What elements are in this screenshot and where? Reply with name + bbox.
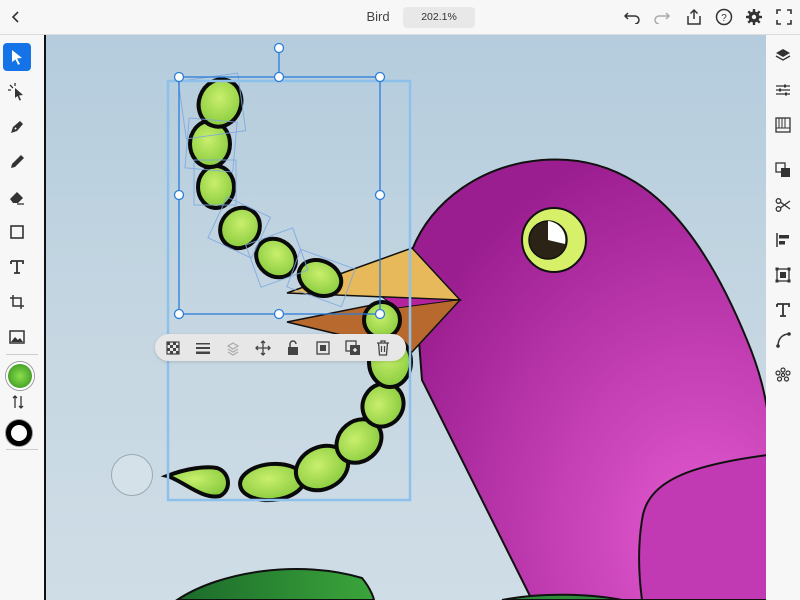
move-button[interactable] <box>252 337 274 359</box>
direct-select-icon <box>8 83 23 101</box>
properties-icon <box>776 84 790 96</box>
back-button[interactable] <box>5 6 27 28</box>
direct-selection-tool[interactable] <box>3 78 31 106</box>
divider <box>6 354 38 355</box>
bezier-icon <box>776 332 791 348</box>
redo-button[interactable] <box>651 6 673 28</box>
fill-color-swatch[interactable] <box>6 362 34 390</box>
arrow-icon <box>12 50 22 65</box>
zoom-level[interactable]: 202.1% <box>403 7 475 28</box>
help-button[interactable]: ? <box>713 6 735 28</box>
crop-icon <box>10 295 24 309</box>
swap-colors-button[interactable] <box>12 395 24 414</box>
share-icon <box>687 8 701 25</box>
artwork <box>160 42 766 600</box>
align-button[interactable] <box>769 226 797 254</box>
bezier-button[interactable] <box>769 326 797 354</box>
scissors-button[interactable] <box>769 191 797 219</box>
transparency-button[interactable] <box>162 337 184 359</box>
move-icon <box>255 340 271 356</box>
arrange-icon <box>226 342 240 356</box>
stroke-weight-icon <box>196 343 210 354</box>
selection-tool[interactable] <box>3 43 31 71</box>
libraries-button[interactable] <box>769 111 797 139</box>
context-toolbar <box>155 334 406 361</box>
transform-icon <box>775 267 791 283</box>
undo-icon <box>623 12 640 24</box>
image-tool[interactable] <box>3 323 31 351</box>
fullscreen-icon <box>776 9 792 25</box>
type-icon <box>10 260 24 274</box>
mask-button[interactable] <box>312 337 334 359</box>
touch-modifier-circle[interactable] <box>111 454 153 496</box>
image-icon <box>9 330 25 344</box>
divider <box>6 449 38 450</box>
top-bar: Bird 202.1% ? <box>0 0 800 35</box>
undo-button[interactable] <box>621 6 643 28</box>
stroke-weight-button[interactable] <box>192 337 214 359</box>
mask-icon <box>316 341 330 355</box>
text-panel-button[interactable] <box>769 296 797 324</box>
share-button[interactable] <box>683 6 705 28</box>
fullscreen-button[interactable] <box>773 6 795 28</box>
shape-tool[interactable] <box>3 218 31 246</box>
unlock-icon <box>288 340 298 355</box>
transform-button[interactable] <box>769 261 797 289</box>
libraries-icon <box>775 117 791 133</box>
pathfinder-icon <box>775 162 790 177</box>
align-icon <box>776 233 789 247</box>
lock-button[interactable] <box>282 337 304 359</box>
delete-button[interactable] <box>372 337 394 359</box>
pencil-tool[interactable] <box>3 148 31 176</box>
stroke-color-swatch[interactable] <box>6 420 32 446</box>
text-panel-icon <box>776 303 790 317</box>
chevron-left-icon <box>11 11 19 23</box>
left-toolbar <box>0 35 44 600</box>
pathfinder-button[interactable] <box>769 156 797 184</box>
transparency-icon <box>166 341 180 355</box>
scissors-icon <box>775 198 791 212</box>
symbols-icon <box>775 367 791 382</box>
settings-button[interactable] <box>743 6 765 28</box>
arrange-button[interactable] <box>222 337 244 359</box>
layers-button[interactable] <box>769 41 797 69</box>
properties-button[interactable] <box>769 76 797 104</box>
redo-icon <box>654 12 671 24</box>
trash-icon <box>377 340 389 356</box>
layers-icon <box>775 49 791 61</box>
artboard-canvas[interactable] <box>44 35 766 600</box>
duplicate-icon <box>345 340 360 355</box>
type-tool[interactable] <box>3 253 31 281</box>
eraser-tool[interactable] <box>3 183 31 211</box>
crop-tool[interactable] <box>3 288 31 316</box>
leaf-shape[interactable] <box>175 568 376 600</box>
right-panel-bar <box>766 35 800 600</box>
swap-icon <box>12 395 24 409</box>
svg-text:?: ? <box>721 13 727 24</box>
duplicate-button[interactable] <box>342 337 364 359</box>
eraser-icon <box>10 192 24 205</box>
symbols-button[interactable] <box>769 361 797 389</box>
settings-icon <box>746 9 762 25</box>
pen-icon <box>11 121 23 133</box>
rectangle-icon <box>10 225 24 239</box>
pencil-icon <box>11 155 24 168</box>
help-icon: ? <box>715 8 733 26</box>
pen-tool[interactable] <box>3 113 31 141</box>
